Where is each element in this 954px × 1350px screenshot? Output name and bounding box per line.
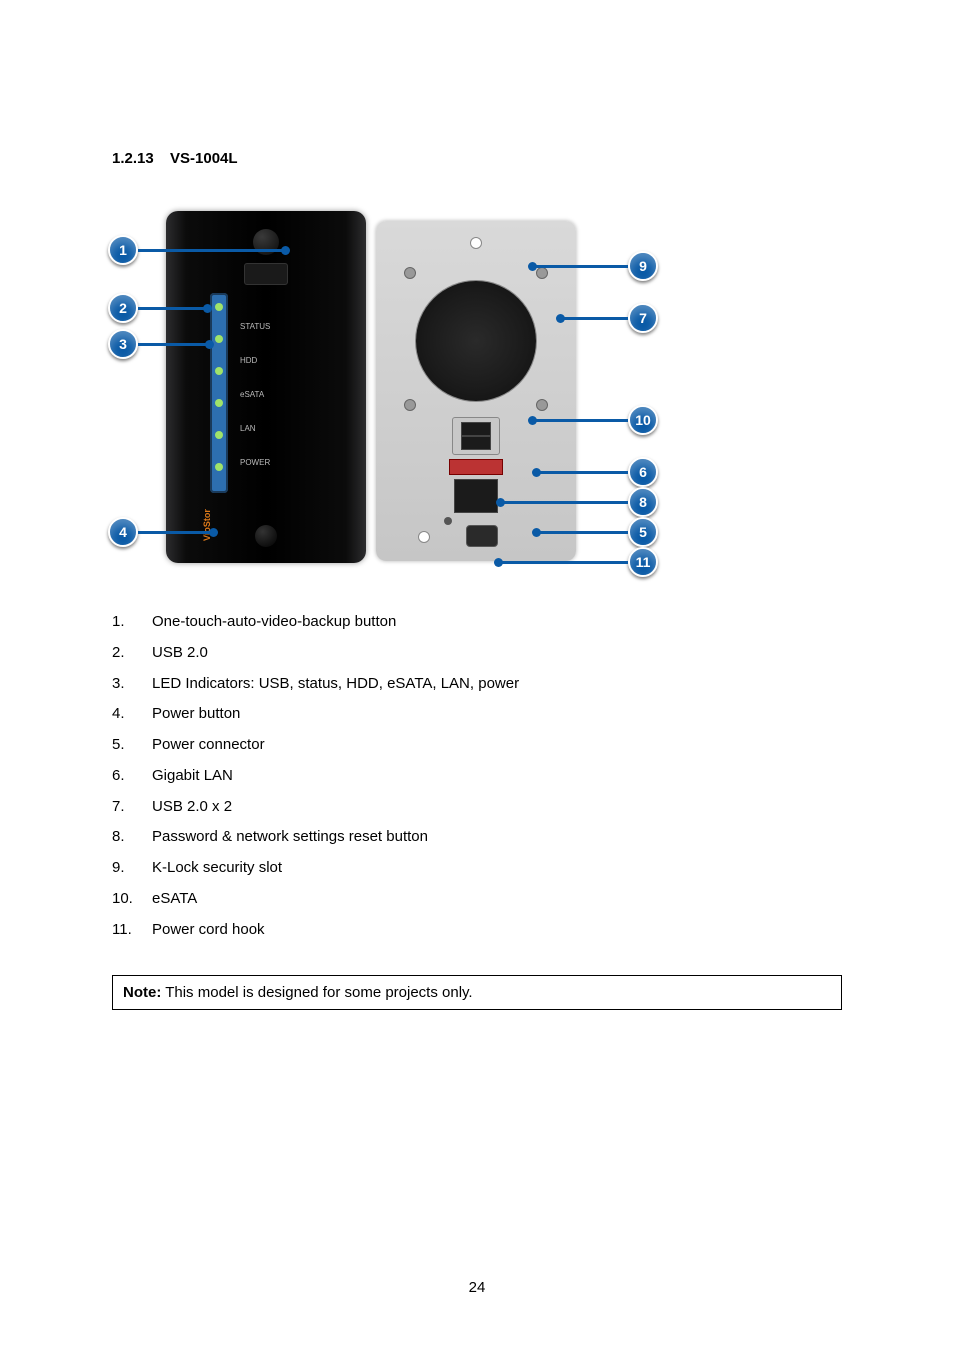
section-number: 1.2.13 bbox=[112, 150, 170, 167]
front-usb-port bbox=[244, 263, 288, 285]
note-box: Note: This model is designed for some pr… bbox=[112, 975, 842, 1010]
back-usb-ports bbox=[452, 417, 500, 455]
callout-1: 1 bbox=[108, 235, 286, 265]
back-power-connector bbox=[466, 525, 498, 547]
back-top-vent bbox=[470, 237, 482, 249]
front-power-button bbox=[255, 525, 277, 547]
note-label: Note: bbox=[123, 984, 161, 1001]
callout-8: 8 bbox=[500, 487, 658, 517]
legend-item: 2.USB 2.0 bbox=[112, 638, 842, 669]
callout-5: 5 bbox=[536, 517, 658, 547]
back-hook-hole bbox=[418, 531, 430, 543]
callout-10: 10 bbox=[532, 405, 658, 435]
legend-item: 11.Power cord hook bbox=[112, 915, 842, 946]
callout-9: 9 bbox=[532, 251, 658, 281]
back-fan bbox=[416, 281, 536, 401]
legend-item: 9.K-Lock security slot bbox=[112, 853, 842, 884]
callout-6: 6 bbox=[536, 457, 658, 487]
legend-item: 6.Gigabit LAN bbox=[112, 761, 842, 792]
legend-item: 5.Power connector bbox=[112, 730, 842, 761]
document-page: 1.2.13VS-1004L STATUS HDD eSATA LAN POWE… bbox=[0, 0, 954, 1350]
callout-7: 7 bbox=[560, 303, 658, 333]
callout-3: 3 bbox=[108, 329, 210, 359]
legend-item: 7.USB 2.0 x 2 bbox=[112, 792, 842, 823]
legend-item: 1.One-touch-auto-video-backup button bbox=[112, 607, 842, 638]
note-text: This model is designed for some projects… bbox=[161, 984, 472, 1001]
legend-list: 1.One-touch-auto-video-backup button 2.U… bbox=[112, 607, 842, 945]
legend-item: 4.Power button bbox=[112, 699, 842, 730]
page-number: 24 bbox=[0, 1279, 954, 1296]
back-esata-port bbox=[449, 459, 503, 475]
back-lan-port bbox=[454, 479, 498, 513]
section-heading: 1.2.13VS-1004L bbox=[112, 150, 842, 167]
callout-2: 2 bbox=[108, 293, 208, 323]
front-led-panel bbox=[210, 293, 228, 493]
callout-11: 11 bbox=[498, 547, 658, 577]
legend-item: 3.LED Indicators: USB, status, HDD, eSAT… bbox=[112, 669, 842, 700]
callout-4: 4 bbox=[108, 517, 214, 547]
front-led-labels: STATUS HDD eSATA LAN POWER bbox=[240, 297, 270, 467]
back-reset-pinhole bbox=[444, 517, 452, 525]
legend-item: 10.eSATA bbox=[112, 884, 842, 915]
section-title-text: VS-1004L bbox=[170, 150, 238, 167]
device-diagram: STATUS HDD eSATA LAN POWER VioStor bbox=[136, 211, 616, 563]
legend-item: 8.Password & network settings reset butt… bbox=[112, 822, 842, 853]
